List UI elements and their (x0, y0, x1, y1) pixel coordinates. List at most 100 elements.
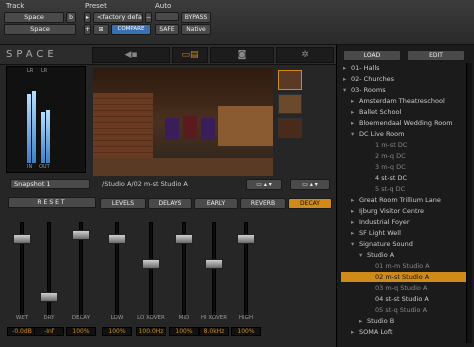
tab-camera[interactable]: ◙ (210, 47, 274, 63)
fader-value[interactable]: 100% (231, 327, 261, 336)
tab-speaker[interactable]: ◀▪ (92, 47, 170, 63)
fader-dry[interactable] (38, 222, 60, 317)
collapse-arrow-icon[interactable]: ▸ (351, 327, 359, 337)
tab-reverb[interactable]: REVERB (240, 198, 286, 209)
fader-value[interactable]: 100% (66, 327, 96, 336)
ir-nav[interactable]: ▭ ▴ ▾ (290, 179, 330, 190)
fader-value[interactable]: -Inf (34, 327, 64, 336)
scrollbar[interactable] (466, 63, 472, 343)
tree-item[interactable]: ▸ Amsterdam Theatreschool (341, 96, 466, 106)
fader-handle[interactable] (142, 258, 160, 269)
tree-item[interactable]: 01 m-m Studio A (341, 261, 466, 271)
fader-value[interactable]: 100% (169, 327, 199, 336)
expand-arrow-icon[interactable]: ▾ (359, 250, 367, 260)
fader-lo-xover[interactable] (140, 222, 162, 317)
auto-button[interactable] (155, 12, 179, 21)
collapse-arrow-icon[interactable]: ▸ (351, 228, 359, 238)
edit-button[interactable]: EDIT (407, 50, 465, 61)
tree-item[interactable]: ▾ 03- Rooms (341, 85, 466, 95)
tree-item[interactable]: ▸ SF Light Well (341, 228, 466, 238)
fader-handle[interactable] (205, 258, 223, 269)
tree-item[interactable]: ▾ DC Live Room (341, 129, 466, 139)
preset-menu-button[interactable]: ▸ (84, 12, 91, 23)
tree-item[interactable]: 5 st-q DC (341, 184, 466, 194)
tree-item[interactable]: ▸ 02- Churches (341, 74, 466, 84)
photo-nav[interactable]: ▭ ▴ ▾ (246, 179, 282, 190)
fader-handle[interactable] (13, 234, 31, 245)
track-select[interactable]: Space (4, 12, 64, 23)
fader-value[interactable]: 100.0Hz (136, 327, 166, 336)
tree-item[interactable]: 2 m-q DC (341, 151, 466, 161)
fader-value[interactable]: 100% (102, 327, 132, 336)
collapse-arrow-icon[interactable]: ▸ (351, 217, 359, 227)
load-button[interactable]: LOAD (343, 50, 401, 61)
collapse-arrow-icon[interactable]: ▸ (351, 206, 359, 216)
fader-handle[interactable] (108, 234, 126, 245)
fader-wet[interactable] (11, 222, 33, 317)
tab-decay[interactable]: DECAY (288, 198, 332, 209)
collapse-arrow-icon[interactable]: ▸ (351, 118, 359, 128)
tab-levels[interactable]: LEVELS (100, 198, 146, 209)
tree-item[interactable]: ▸ Great Room Trillium Lane (341, 195, 466, 205)
tree-item[interactable]: ▸ Ballet School (341, 107, 466, 117)
reset-button[interactable]: RESET (8, 197, 96, 208)
tree-item[interactable]: 1 m-st DC (341, 140, 466, 150)
native-button[interactable]: Native (181, 24, 211, 35)
snapshot-select[interactable]: Snapshot 1 (10, 179, 90, 189)
preset-tree: ▸ 01- Halls ▸ 02- Churches ▾ 03- Rooms ▸ Amster… (341, 63, 467, 347)
tree-item[interactable]: 04 st-st Studio A (341, 294, 466, 304)
tree-item[interactable]: 02 m-st Studio A (341, 272, 466, 282)
tree-item[interactable]: ▸ Industrial Foyer (341, 217, 466, 227)
tree-item[interactable]: ▾ Signature Sound (341, 239, 466, 249)
photo-thumbnail[interactable] (278, 94, 302, 114)
fader-handle[interactable] (237, 234, 255, 245)
fader-handle[interactable] (72, 230, 90, 241)
collapse-arrow-icon[interactable]: ▸ (343, 63, 351, 73)
tree-item[interactable]: ▸ SOMA Loft (341, 327, 466, 337)
fader-low[interactable] (106, 222, 128, 317)
tab-settings[interactable]: ✲ (276, 47, 334, 63)
fader-high[interactable] (235, 222, 257, 317)
tree-item[interactable]: 3 m-q DC (341, 162, 466, 172)
preset-plus-button[interactable]: + (84, 24, 91, 35)
tree-item[interactable]: 4 st-st DC (341, 173, 466, 183)
tree-item[interactable]: ▸ 01- Halls (341, 63, 466, 73)
fader-value[interactable]: 8.0kHz (199, 327, 229, 336)
fader-handle[interactable] (40, 291, 58, 302)
fader-handle[interactable] (175, 234, 193, 245)
fader-decay[interactable] (70, 222, 92, 317)
tab-early[interactable]: EARLY (194, 198, 238, 209)
tree-item[interactable]: ▾ Studio A (341, 250, 466, 260)
compare-button[interactable]: COMPARE (111, 24, 151, 35)
collapse-arrow-icon[interactable]: ▸ (351, 107, 359, 117)
collapse-arrow-icon[interactable]: ▸ (351, 195, 359, 205)
collapse-arrow-icon[interactable]: ▸ (351, 96, 359, 106)
tree-item[interactable]: 05 st-q Studio A (341, 305, 466, 315)
photo-thumbnail[interactable] (278, 118, 302, 138)
expand-arrow-icon[interactable]: ▾ (351, 239, 359, 249)
fader-mid[interactable] (173, 222, 195, 317)
tree-item-label: 02- Churches (351, 75, 395, 83)
tree-item[interactable]: ▸ Bloemendaal Wedding Room (341, 118, 466, 128)
tree-item[interactable]: ▸ Ijburg Visitor Centre (341, 206, 466, 216)
track-select-2[interactable]: Space (4, 24, 76, 35)
bypass-button[interactable]: BYPASS (181, 12, 211, 23)
collapse-arrow-icon[interactable]: ▸ (343, 74, 351, 84)
folder-icon: ▭ (256, 181, 262, 188)
insert-select[interactable]: b (66, 12, 76, 23)
preset-select[interactable]: <factory default> (93, 12, 143, 23)
fader-hi-xover[interactable] (203, 222, 225, 317)
preset-minus-button[interactable]: − (145, 12, 152, 23)
preset-copy-button[interactable]: ⊞ (93, 24, 109, 35)
tree-item[interactable]: ▸ Studio B (341, 316, 466, 326)
tree-item-label: SOMA Loft (359, 328, 393, 336)
tab-delays[interactable]: DELAYS (148, 198, 192, 209)
expand-arrow-icon[interactable]: ▾ (343, 85, 351, 95)
tab-parameters[interactable]: ▭▤ (172, 47, 208, 63)
tree-item[interactable]: 03 m-q Studio A (341, 283, 466, 293)
safe-button[interactable]: SAFE (155, 24, 179, 35)
expand-arrow-icon[interactable]: ▾ (351, 129, 359, 139)
fader-value[interactable]: -0.0dB (7, 327, 37, 336)
photo-thumbnail[interactable] (278, 70, 302, 90)
collapse-arrow-icon[interactable]: ▸ (359, 316, 367, 326)
